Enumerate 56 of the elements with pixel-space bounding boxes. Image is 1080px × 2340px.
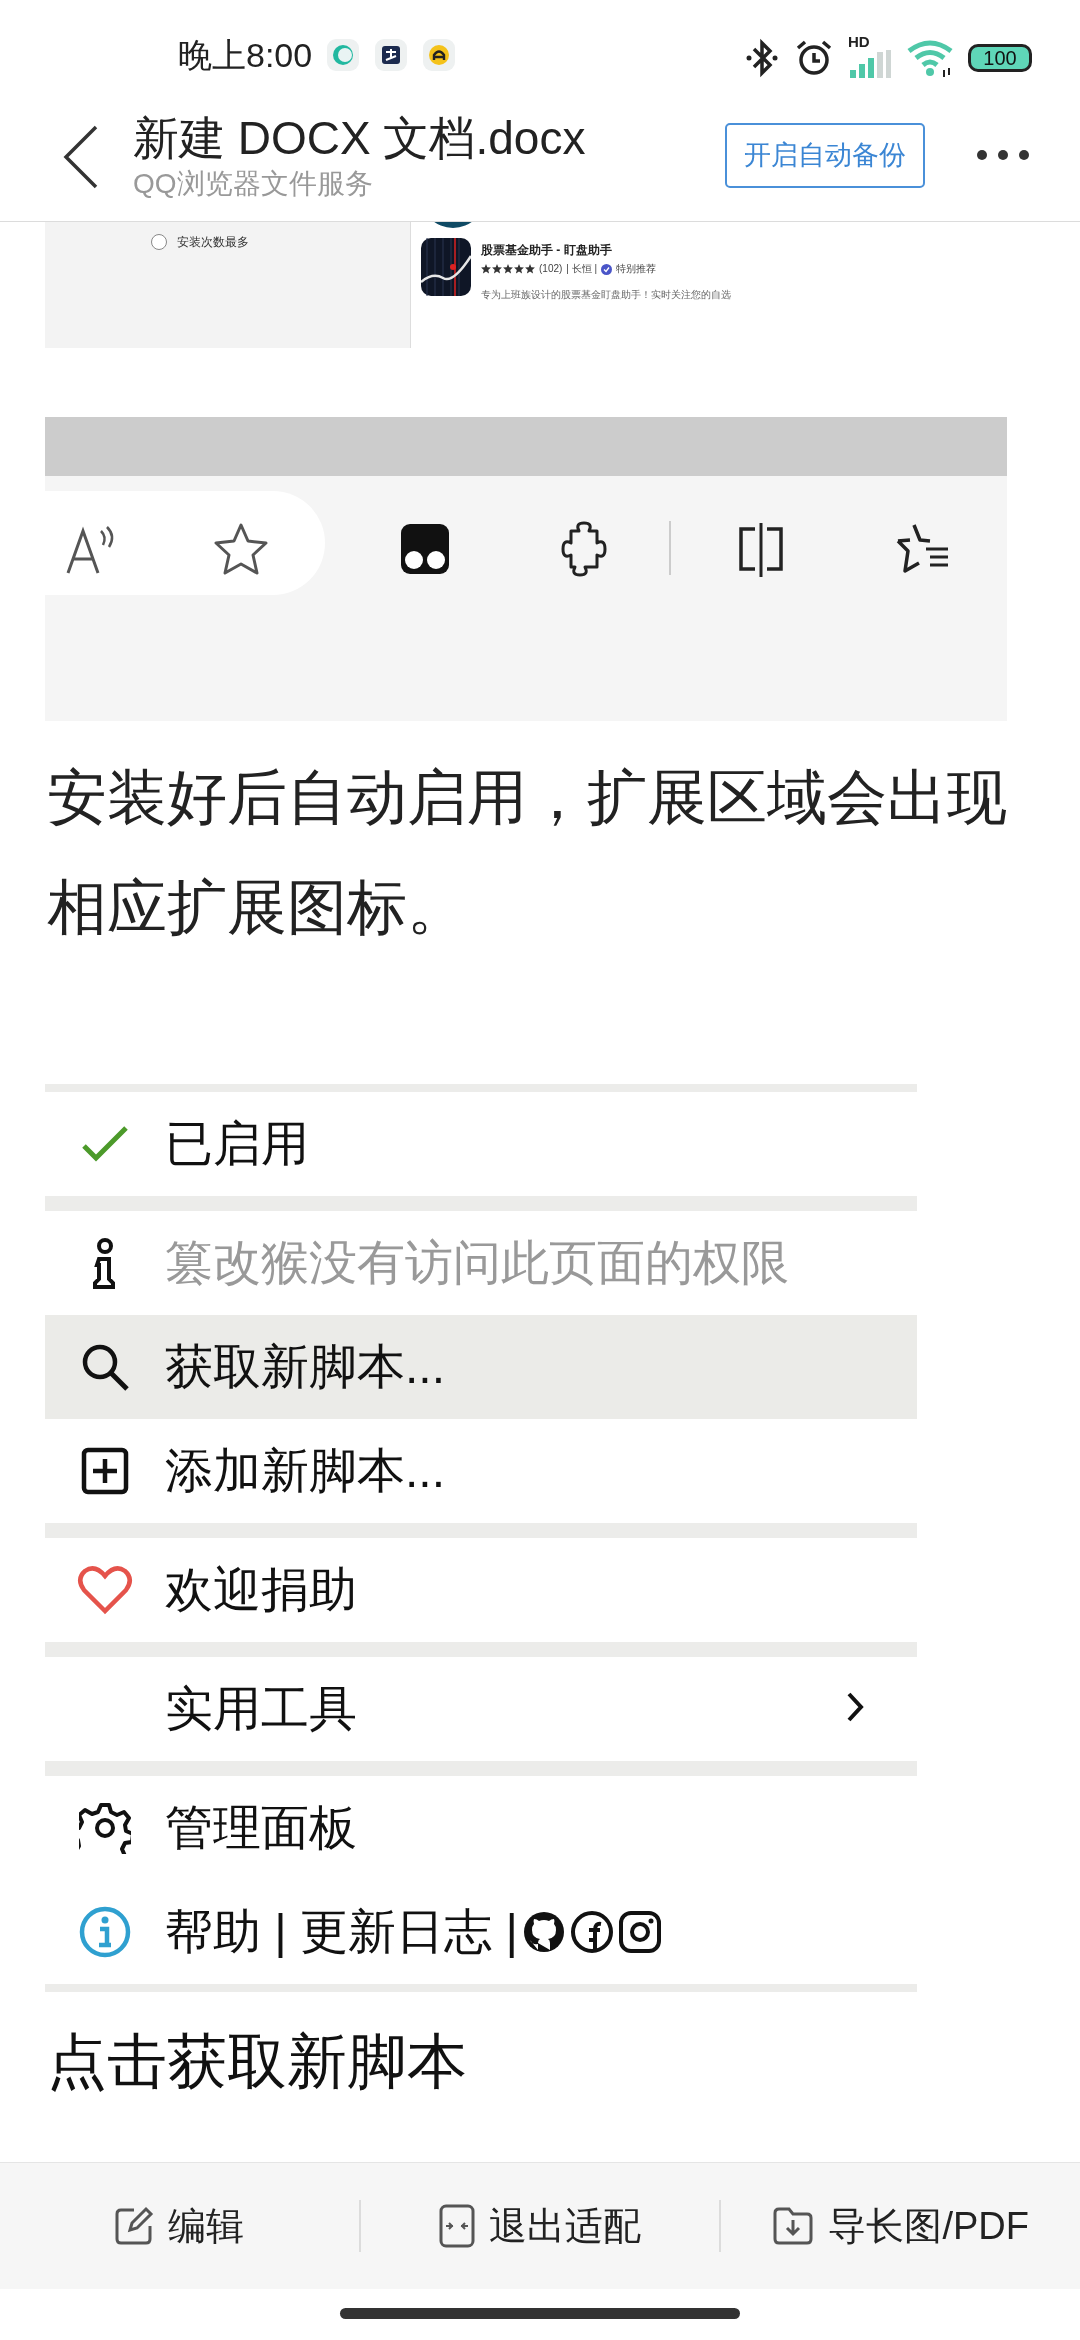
menu-item-label: 欢迎捐助 <box>165 1562 357 1618</box>
car-app-icon <box>422 38 457 72</box>
app-name: 股票基金助手 - 盯盘助手 <box>481 242 613 258</box>
paragraph-text: 安装好后自动启用，扩展区域会出现相应扩展图标。 <box>46 763 1008 943</box>
badge-label: 特别推荐 <box>616 262 657 276</box>
battery-level: 100 <box>968 44 1032 72</box>
wifi-icon <box>906 38 954 78</box>
star-icon <box>492 264 502 274</box>
star-icon <box>503 264 513 274</box>
toolbar-action[interactable]: 编辑 <box>0 2163 359 2289</box>
document-title: 新建 DOCX 文档.docx <box>133 111 586 166</box>
toolbar-action[interactable]: 退出适配 <box>360 2163 720 2289</box>
star-icon <box>481 264 491 274</box>
sort-option-label[interactable]: 安装次数最多 <box>177 234 249 250</box>
menu-item-label: 实用工具 <box>165 1681 357 1737</box>
star-icon <box>525 264 535 274</box>
menu-item[interactable]: 获取新脚本... <box>45 1315 917 1419</box>
chevron-right-icon <box>845 1691 865 1723</box>
folder-download-icon <box>772 2206 815 2246</box>
auto-backup-button[interactable]: 开启自动备份 <box>725 123 925 188</box>
chart-app-icon <box>421 238 471 296</box>
menu-item-label: 帮助 | 更新日志 | <box>165 1904 518 1960</box>
signal-icon <box>848 50 892 78</box>
payment-app-icon <box>374 38 409 72</box>
menu-item-label: 篡改猴没有访问此页面的权限 <box>165 1235 789 1291</box>
info-circle-icon <box>78 1905 132 1959</box>
heart-icon <box>77 1565 133 1615</box>
more-icon[interactable] <box>975 148 1031 162</box>
fit-width-icon <box>439 2204 475 2248</box>
facebook-icon[interactable] <box>569 1910 614 1954</box>
publisher-name: | 长恒 | <box>566 262 598 276</box>
plus-box-icon <box>81 1447 129 1495</box>
rating-count: (102) <box>539 262 563 276</box>
star-icon <box>514 264 524 274</box>
alarm-icon <box>794 38 834 78</box>
square-dots-icon[interactable] <box>400 523 450 575</box>
star-icon[interactable] <box>213 521 269 577</box>
bluetooth-icon <box>744 38 780 78</box>
edit-icon <box>114 2206 155 2246</box>
chat-app-icon <box>326 38 361 72</box>
github-icon[interactable] <box>521 1910 566 1954</box>
status-time: 晚上8:00 <box>178 34 313 76</box>
document-source: QQ浏览器文件服务 <box>133 167 374 201</box>
menu-item-label: 添加新脚本... <box>165 1443 445 1499</box>
network-type: HD <box>848 34 870 49</box>
instagram-icon[interactable] <box>617 1910 662 1954</box>
app-description: 专为上班族设计的股票基金盯盘助手！实时关注您的自选 <box>481 288 731 302</box>
menu-item-label: 获取新脚本... <box>165 1339 445 1395</box>
radio-button[interactable] <box>151 234 167 250</box>
paragraph-text: 点击获取新脚本 <box>46 2027 468 2097</box>
menu-item-label: 已启用 <box>165 1116 309 1172</box>
settings-icon <box>79 1802 131 1854</box>
verified-icon <box>601 263 613 275</box>
toolbar-action[interactable]: 导长图/PDF <box>721 2163 1080 2289</box>
checkmark-icon <box>80 1124 130 1164</box>
menu-item-label: 管理面板 <box>165 1800 357 1856</box>
